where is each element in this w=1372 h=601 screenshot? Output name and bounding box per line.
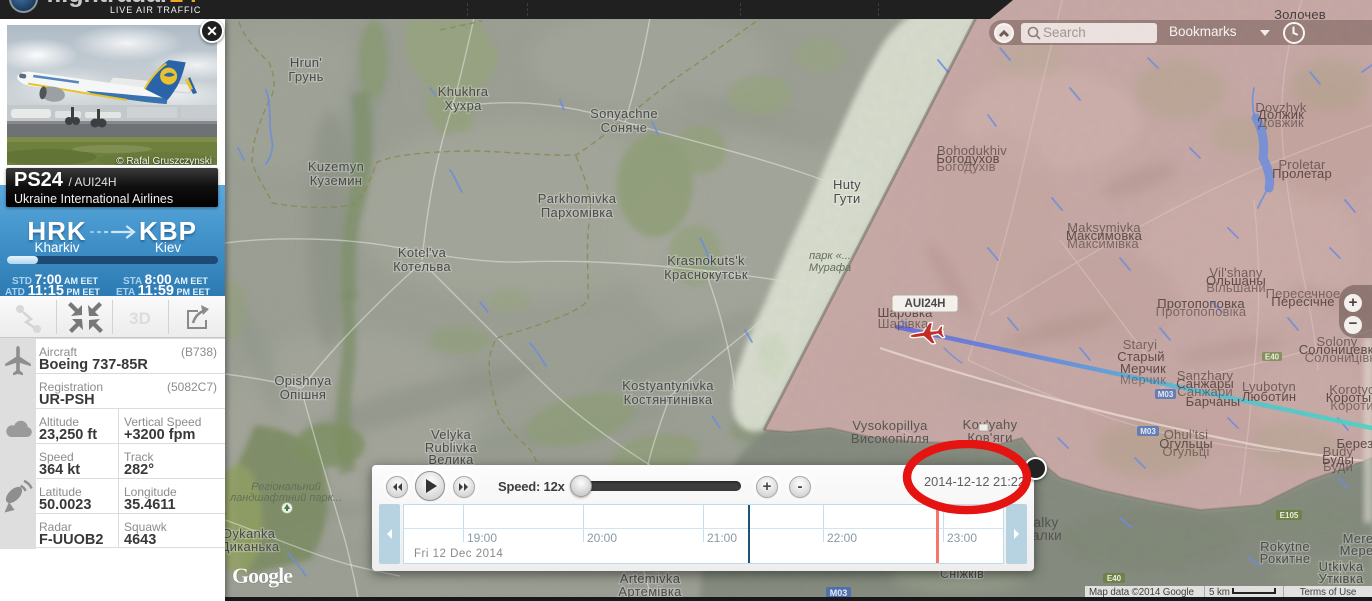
svg-text:AUI24H: AUI24H [905,298,946,310]
svg-text:Google: Google [232,563,293,588]
svg-text:3D: 3D [129,309,151,328]
